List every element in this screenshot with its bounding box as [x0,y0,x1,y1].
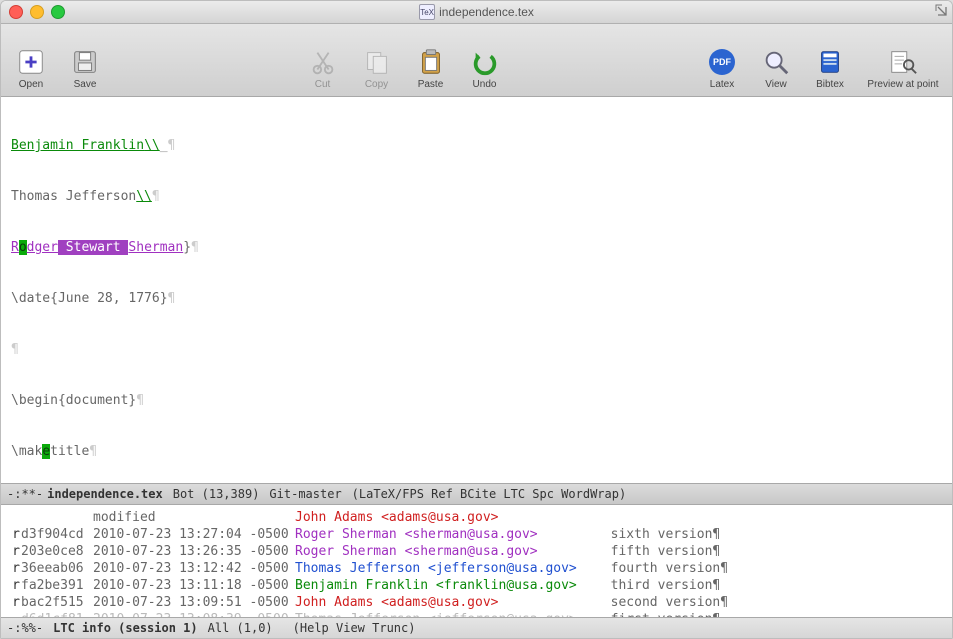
text-line: \begin{document} [11,392,942,409]
bibtex-icon [813,45,847,79]
toolbar: Open Save Cut Copy [1,24,952,97]
close-icon[interactable] [9,5,23,19]
ltc-hash: d3f904cd [21,526,93,543]
editor-window: TeX independence.tex Open Save [0,0,953,639]
ltc-modeline-name: LTC info (session 1) [53,621,198,635]
ltc-author: Roger Sherman <sherman@usa.gov> [295,543,595,560]
ltc-modeline-modes: (Help View Trunc) [293,621,416,635]
ltc-marker: r [11,560,21,577]
save-icon [68,45,102,79]
ltc-version: second version¶ [595,595,728,610]
latex-label: Latex [710,79,734,90]
modeline-vc: Git-master [269,487,341,501]
text-line: Rodger Stewart Sherman} [11,239,942,256]
ltc-row[interactable]: modifiedJohn Adams <adams@usa.gov> [11,509,942,526]
undo-icon [468,45,502,79]
modeline-buffer-name: independence.tex [47,487,163,501]
traffic-lights [9,5,65,19]
ltc-row[interactable]: r36eeab062010-07-23 13:12:42 -0500Thomas… [11,560,942,577]
copy-button[interactable]: Copy [355,45,399,90]
preview-at-point-icon [886,45,920,79]
paste-icon [414,45,448,79]
ltc-row[interactable]: rbac2f5152010-07-23 13:09:51 -0500John A… [11,594,942,611]
ltc-version: sixth version¶ [595,527,720,542]
maximize-icon[interactable] [51,5,65,19]
ltc-marker: r [11,526,21,543]
copy-label: Copy [365,79,388,90]
ltc-modeline: -:%%- LTC info (session 1) All (1,0) (He… [1,617,952,638]
ltc-modeline-status: -:%%- [7,621,43,635]
modeline-modes: (LaTeX/FPS Ref BCite LTC Spc WordWrap) [352,487,627,501]
ltc-modeline-position: All (1,0) [208,621,273,635]
ltc-hash: bac2f515 [21,594,93,611]
latex-button[interactable]: PDF Latex [700,45,744,90]
ltc-date: 2010-07-23 13:11:18 -0500 [93,577,295,594]
ltc-marker: r [11,543,21,560]
paste-button[interactable]: Paste [409,45,453,90]
ltc-hash: 36eeab06 [21,560,93,577]
undo-label: Undo [473,79,497,90]
editor-area[interactable]: Benjamin Franklin\\_ Thomas Jefferson\\ … [1,97,952,483]
open-icon [14,45,48,79]
cut-icon [306,45,340,79]
text-line: \maketitle [11,443,942,460]
paste-label: Paste [418,79,444,90]
ltc-marker [11,509,21,526]
ltc-hash: fa2be391 [21,577,93,594]
bibtex-label: Bibtex [816,79,844,90]
text-line: Benjamin Franklin\\_ [11,137,942,154]
bibtex-button[interactable]: Bibtex [808,45,852,90]
ltc-history[interactable]: modifiedJohn Adams <adams@usa.gov> rd3f9… [1,505,952,617]
window-title: TeX independence.tex [1,4,952,20]
tex-file-icon: TeX [419,4,435,20]
ltc-version: third version¶ [595,578,720,593]
resize-icon[interactable] [935,4,949,18]
pdf-icon: PDF [705,45,739,79]
ltc-date: 2010-07-23 13:26:35 -0500 [93,543,295,560]
ltc-hash: 203e0ce8 [21,543,93,560]
ltc-row[interactable]: rd3f904cd2010-07-23 13:27:04 -0500Roger … [11,526,942,543]
ltc-author: Thomas Jefferson <jefferson@usa.gov> [295,560,595,577]
preview-at-point-button[interactable]: Preview at point [862,45,944,90]
text-line: \date{June 28, 1776} [11,290,942,307]
preview-at-point-label: Preview at point [867,79,938,90]
cut-button[interactable]: Cut [301,45,345,90]
view-label: View [765,79,787,90]
open-button[interactable]: Open [9,45,53,90]
open-label: Open [19,79,43,90]
minimize-icon[interactable] [30,5,44,19]
ltc-row[interactable]: r203e0ce82010-07-23 13:26:35 -0500Roger … [11,543,942,560]
save-label: Save [74,79,97,90]
ltc-author: Roger Sherman <sherman@usa.gov> [295,526,595,543]
ltc-version: fifth version¶ [595,544,720,559]
modeline-position: Bot (13,389) [173,487,260,501]
ltc-marker: r [11,577,21,594]
cut-label: Cut [315,79,331,90]
ltc-marker: r [11,594,21,611]
ltc-date: modified [93,509,295,526]
ltc-author: John Adams <adams@usa.gov> [295,509,595,526]
ltc-author: Benjamin Franklin <franklin@usa.gov> [295,577,595,594]
copy-icon [360,45,394,79]
ltc-version: fourth version¶ [595,561,728,576]
window-title-text: independence.tex [439,5,534,19]
save-button[interactable]: Save [63,45,107,90]
ltc-version [595,510,611,525]
undo-button[interactable]: Undo [463,45,507,90]
text-line [11,341,942,358]
modeline-status: -:**- [7,487,43,501]
ltc-date: 2010-07-23 13:12:42 -0500 [93,560,295,577]
ltc-date: 2010-07-23 13:09:51 -0500 [93,594,295,611]
text-line: Thomas Jefferson\\ [11,188,942,205]
ltc-author: John Adams <adams@usa.gov> [295,594,595,611]
ltc-row[interactable]: rfa2be3912010-07-23 13:11:18 -0500Benjam… [11,577,942,594]
ltc-date: 2010-07-23 13:27:04 -0500 [93,526,295,543]
view-button[interactable]: View [754,45,798,90]
modeline: -:**- independence.tex Bot (13,389) Git-… [1,483,952,505]
titlebar: TeX independence.tex [1,1,952,24]
view-icon [759,45,793,79]
